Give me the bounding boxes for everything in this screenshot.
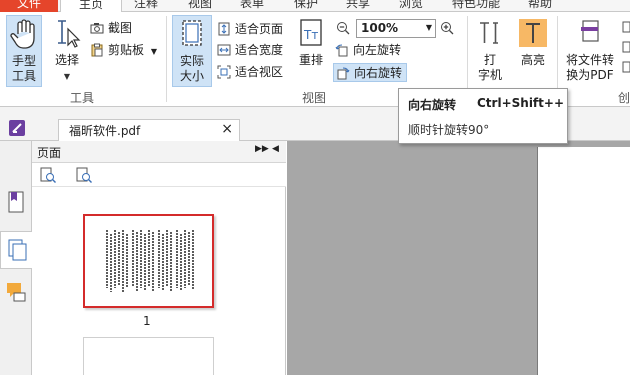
clipboard-button[interactable]: 剪贴板 ▼: [90, 41, 157, 60]
rotate-right-icon: [337, 67, 350, 80]
tooltip-description: 顺时针旋转90°: [408, 123, 490, 137]
typewriter-icon: [480, 22, 498, 44]
view-group-label: 视图: [302, 91, 327, 105]
camera-icon: [90, 23, 104, 34]
typewriter-button[interactable]: 打 字机: [472, 15, 508, 87]
page-thumbnail[interactable]: [83, 214, 214, 308]
app-menu-button[interactable]: [8, 119, 26, 137]
pages-icon: [8, 239, 27, 261]
rotate-left-button[interactable]: 向左旋转: [335, 41, 401, 60]
clipboard-label: 剪贴板: [108, 43, 145, 57]
reflow-label: 重排: [298, 53, 323, 67]
convert-to-pdf-label: 将文件转 换为PDF: [565, 53, 614, 82]
expand-panel-icon[interactable]: ▶▶: [255, 144, 269, 154]
group-divider: [166, 16, 167, 102]
tools-group-label: 工具: [70, 91, 95, 105]
rotate-right-label: 向右旋转: [354, 66, 403, 80]
zoom-in-button[interactable]: [440, 21, 454, 35]
bookmarks-button[interactable]: [7, 191, 25, 213]
tab-share[interactable]: 共享: [346, 0, 370, 12]
fit-visible-label: 适合视区: [235, 65, 284, 79]
hand-icon: [10, 19, 35, 49]
zoom-out-button[interactable]: [336, 21, 350, 35]
tab-form[interactable]: 表单: [240, 0, 264, 12]
thumbnail-text-lines: [106, 230, 194, 292]
document-tab-title: 福昕软件.pdf: [69, 124, 141, 138]
pages-panel-button[interactable]: [0, 231, 32, 269]
bookmark-icon: [8, 191, 24, 213]
snapshot-button[interactable]: 截图: [90, 19, 132, 38]
enlarge-thumbnail-button[interactable]: [40, 167, 56, 183]
collapse-panel-icon[interactable]: ◀: [272, 144, 279, 154]
tab-annotate[interactable]: 注释: [134, 0, 158, 12]
svg-text:Tт: Tт: [303, 28, 318, 42]
document-icon: [622, 21, 630, 73]
rotate-left-icon: [335, 44, 348, 57]
select-cursor-icon: [58, 20, 81, 48]
fit-page-icon: [218, 22, 230, 36]
more-tools-edge[interactable]: [620, 20, 630, 80]
zoom-select[interactable]: 100% ▼: [356, 19, 436, 38]
convert-to-pdf-button[interactable]: 将文件转 换为PDF: [562, 15, 618, 87]
highlight-label: 高亮: [520, 53, 545, 67]
close-icon[interactable]: ×: [221, 121, 233, 137]
fit-width-button[interactable]: 适合宽度: [217, 41, 283, 60]
page-thumbnail[interactable]: [83, 337, 214, 375]
navigation-rail: [0, 141, 32, 375]
reflow-button[interactable]: Tт 重排: [294, 15, 328, 87]
zoom-out-icon: [337, 22, 350, 35]
document-page[interactable]: [537, 147, 630, 375]
chevron-down-icon: ▼: [425, 23, 432, 32]
page-number-label: 1: [143, 314, 151, 328]
actual-size-icon: [182, 20, 202, 46]
highlight-button[interactable]: 高亮: [514, 15, 552, 87]
typewriter-label: 打 字机: [477, 53, 502, 82]
actual-size-button[interactable]: 实际 大小: [172, 15, 212, 87]
reflow-icon: Tт: [300, 19, 322, 46]
tab-file[interactable]: 文件: [0, 0, 58, 12]
ribbon-tab-bar: 文件 主页 注释 视图 表单 保护 共享 浏览 特色功能 帮助: [0, 0, 630, 13]
fit-width-icon: [217, 44, 231, 56]
zoom-in-page-icon: [40, 167, 56, 183]
snapshot-label: 截图: [108, 21, 133, 35]
shrink-thumbnail-button[interactable]: [76, 167, 92, 183]
convert-file-icon: [581, 20, 599, 42]
tab-features[interactable]: 特色功能: [452, 0, 500, 12]
clipboard-icon: [91, 43, 103, 57]
rotate-right-button[interactable]: 向右旋转: [333, 63, 408, 82]
hand-tool-button[interactable]: 手型 工具: [6, 15, 42, 87]
zoom-out-page-icon: [76, 167, 92, 183]
comment-icon: [7, 283, 26, 302]
pages-panel-title: 页面: [37, 146, 62, 160]
chevron-down-icon: ▼: [63, 72, 71, 81]
select-tool-button[interactable]: 选择 ▼: [50, 15, 84, 87]
fit-page-button[interactable]: 适合页面: [217, 20, 283, 39]
chevron-down-icon: ▼: [150, 47, 157, 56]
actual-size-label: 实际 大小: [179, 54, 204, 83]
foxit-logo-icon: [9, 120, 25, 136]
create-group-label: 创: [618, 91, 630, 105]
tab-view[interactable]: 视图: [188, 0, 212, 12]
fit-page-label: 适合页面: [235, 22, 284, 36]
fit-visible-icon: [217, 65, 231, 79]
fit-visible-button[interactable]: 适合视区: [217, 63, 283, 82]
tab-browse[interactable]: 浏览: [399, 0, 423, 12]
hand-tool-label: 手型 工具: [11, 54, 36, 83]
tab-protect[interactable]: 保护: [294, 0, 318, 12]
pages-panel-header: 页面 ▶▶ ◀: [32, 141, 286, 163]
zoom-value: 100%: [361, 21, 399, 35]
pages-panel-toolbar: [32, 163, 286, 187]
rotate-right-tooltip: 向右旋转 Ctrl+Shift++ 顺时针旋转90°: [398, 88, 568, 144]
tooltip-title: 向右旋转: [408, 98, 457, 112]
tooltip-shortcut: Ctrl+Shift++: [477, 96, 564, 110]
rotate-left-label: 向左旋转: [353, 43, 402, 57]
select-tool-label: 选择: [54, 53, 79, 67]
highlight-icon: [519, 19, 547, 47]
document-tab[interactable]: 福昕软件.pdf ×: [58, 119, 240, 141]
comments-button[interactable]: [6, 281, 26, 303]
fit-width-label: 适合宽度: [235, 43, 284, 57]
tab-help[interactable]: 帮助: [528, 0, 552, 12]
zoom-in-icon: [441, 22, 454, 35]
